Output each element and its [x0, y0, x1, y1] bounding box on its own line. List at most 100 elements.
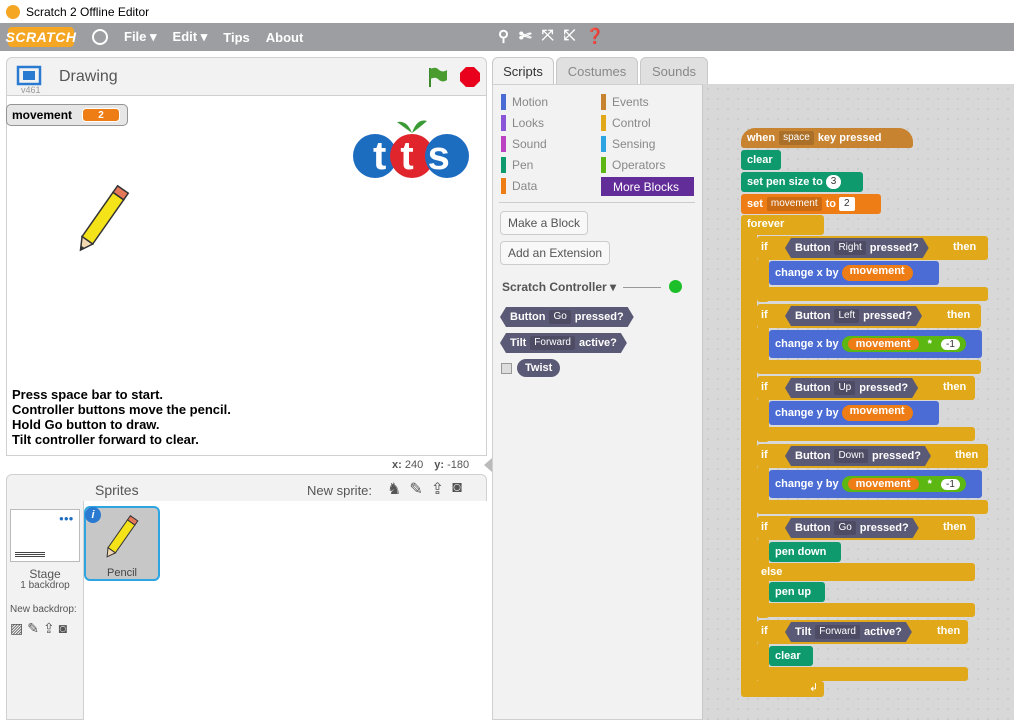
set-variable-block[interactable]: set movement to 2 — [741, 194, 881, 214]
if-block-left[interactable]: if Button Left pressed? then — [757, 304, 981, 328]
category-control[interactable]: Control — [601, 114, 694, 132]
grow-icon[interactable]: ⤧ — [542, 27, 554, 45]
stage-thumbnail[interactable]: ●●● — [10, 509, 80, 562]
sprite-library-icon[interactable]: ♞ — [387, 479, 401, 499]
if-block-down[interactable]: if Button Down pressed? then — [757, 444, 988, 468]
shrink-icon[interactable]: ⤪ — [564, 27, 576, 45]
menu-about[interactable]: About — [266, 30, 304, 45]
project-name[interactable]: Drawing — [59, 68, 118, 86]
palette-block-tilt-active[interactable]: Tilt Forward active? — [500, 333, 627, 353]
variable-dropdown[interactable]: movement — [766, 197, 822, 211]
movement-reporter[interactable]: movement — [847, 478, 919, 490]
category-sensing[interactable]: Sensing — [601, 135, 694, 153]
change-x-block[interactable]: change x by movement * -1 — [769, 330, 982, 358]
block-text: active? — [863, 626, 902, 638]
collapse-stage-arrow[interactable] — [484, 458, 492, 472]
movement-reporter[interactable]: movement — [847, 338, 919, 350]
button-dropdown[interactable]: Up — [834, 381, 855, 395]
variable-monitor-value: 2 — [82, 108, 121, 122]
pen-up-block[interactable]: pen up — [769, 582, 825, 602]
if-block-up[interactable]: if Button Up pressed? then — [757, 376, 975, 400]
condition-button-down[interactable]: Button Down pressed? — [785, 446, 931, 466]
stop-icon[interactable] — [459, 66, 481, 88]
tab-costumes[interactable]: Costumes — [556, 57, 638, 84]
condition-button-up[interactable]: Button Up pressed? — [785, 378, 918, 398]
delete-icon[interactable]: ✄ — [519, 27, 532, 45]
upload-backdrop-icon[interactable]: ⇪ — [43, 620, 55, 637]
paint-sprite-icon[interactable]: ✎ — [409, 479, 422, 499]
category-data[interactable]: Data — [501, 177, 596, 195]
extension-menu[interactable]: Scratch Controller ▾ — [502, 280, 616, 294]
camera-sprite-icon[interactable]: ◙ — [452, 479, 462, 499]
make-a-block-button[interactable]: Make a Block — [500, 211, 589, 235]
button-dropdown[interactable]: Left — [834, 309, 859, 323]
pen-down-block[interactable]: pen down — [769, 542, 841, 562]
palette-block-button-pressed[interactable]: Button Go pressed? — [500, 307, 634, 327]
button-dropdown[interactable]: Right — [834, 241, 865, 255]
category-motion[interactable]: Motion — [501, 93, 596, 111]
block-dropdown[interactable]: Forward — [530, 336, 575, 350]
camera-backdrop-icon[interactable]: ◙ — [59, 620, 67, 637]
category-more-blocks[interactable]: More Blocks — [601, 177, 694, 196]
x-label: x: — [392, 459, 402, 471]
menu-tips[interactable]: Tips — [223, 30, 250, 45]
block-text: Button — [795, 242, 831, 254]
pen-size-input[interactable]: 3 — [825, 175, 842, 189]
if-else-block-go[interactable]: if Button Go pressed? then — [757, 516, 975, 540]
multiply-operator[interactable]: movement * -1 — [841, 336, 966, 352]
clear-block[interactable]: clear — [741, 150, 781, 170]
condition-button-go[interactable]: Button Go pressed? — [785, 518, 919, 538]
green-flag-icon[interactable] — [425, 65, 449, 89]
set-pen-size-block[interactable]: set pen size to 3 — [741, 172, 863, 192]
change-y-block[interactable]: change y by movement — [769, 401, 939, 425]
movement-reporter[interactable]: movement — [841, 265, 913, 281]
sprite-thumbnail-pencil[interactable]: i Pencil — [84, 506, 160, 581]
block-dropdown[interactable]: Go — [549, 310, 570, 324]
category-sound[interactable]: Sound — [501, 135, 596, 153]
category-looks[interactable]: Looks — [501, 114, 596, 132]
block-text: pressed? — [574, 311, 624, 323]
condition-button-left[interactable]: Button Left pressed? — [785, 306, 922, 326]
if-block-right[interactable]: if Button Right pressed? then — [757, 236, 988, 260]
tab-sounds[interactable]: Sounds — [640, 57, 708, 84]
block-text: when — [747, 132, 776, 144]
menu-edit[interactable]: Edit ▾ — [173, 29, 208, 45]
button-dropdown[interactable]: Go — [834, 521, 855, 535]
if-block-tilt[interactable]: if Tilt Forward active? then — [757, 620, 968, 644]
tab-scripts[interactable]: Scripts — [492, 57, 554, 85]
category-events[interactable]: Events — [601, 93, 694, 111]
button-dropdown[interactable]: Down — [834, 449, 868, 463]
condition-tilt-forward[interactable]: Tilt Forward active? — [785, 622, 912, 642]
key-dropdown[interactable]: space — [779, 131, 814, 145]
duplicate-icon[interactable]: ⚲ — [498, 27, 509, 45]
multiplier-input[interactable]: -1 — [941, 339, 960, 350]
clear-block[interactable]: clear — [769, 646, 813, 666]
palette-block-twist[interactable]: Twist — [517, 359, 561, 377]
add-extension-button[interactable]: Add an Extension — [500, 241, 611, 265]
paint-backdrop-icon[interactable]: ✎ — [27, 620, 39, 637]
stage-backdrop-count: 1 backdrop — [20, 580, 70, 591]
scratch-logo[interactable]: SCRATCH — [6, 27, 76, 47]
upload-sprite-icon[interactable]: ⇪ — [431, 479, 444, 499]
pencil-sprite[interactable] — [65, 176, 145, 256]
movement-reporter[interactable]: movement — [841, 405, 913, 421]
globe-icon[interactable] — [92, 29, 108, 45]
set-value-input[interactable]: 2 — [838, 197, 855, 211]
backdrop-library-icon[interactable]: ▨ — [10, 620, 23, 637]
multiply-operator[interactable]: movement * -1 — [841, 476, 966, 492]
tilt-dropdown[interactable]: Forward — [815, 625, 860, 639]
condition-button-right[interactable]: Button Right pressed? — [785, 238, 929, 258]
multiplier-input[interactable]: -1 — [941, 479, 960, 490]
help-icon[interactable]: ❓ — [586, 27, 605, 45]
change-x-block[interactable]: change x by movement — [769, 261, 939, 285]
window-titlebar: Scratch 2 Offline Editor — [0, 0, 1014, 23]
block-text: if — [761, 381, 768, 393]
category-pen[interactable]: Pen — [501, 156, 596, 174]
variable-monitor[interactable]: movement 2 — [6, 104, 128, 126]
block-text: key pressed — [817, 132, 882, 144]
category-operators[interactable]: Operators — [601, 156, 694, 174]
twist-monitor-checkbox[interactable] — [501, 363, 512, 374]
menu-file[interactable]: File ▾ — [124, 29, 157, 45]
change-y-block[interactable]: change y by movement * -1 — [769, 470, 982, 498]
when-key-pressed-hat[interactable]: when space key pressed — [741, 128, 913, 148]
